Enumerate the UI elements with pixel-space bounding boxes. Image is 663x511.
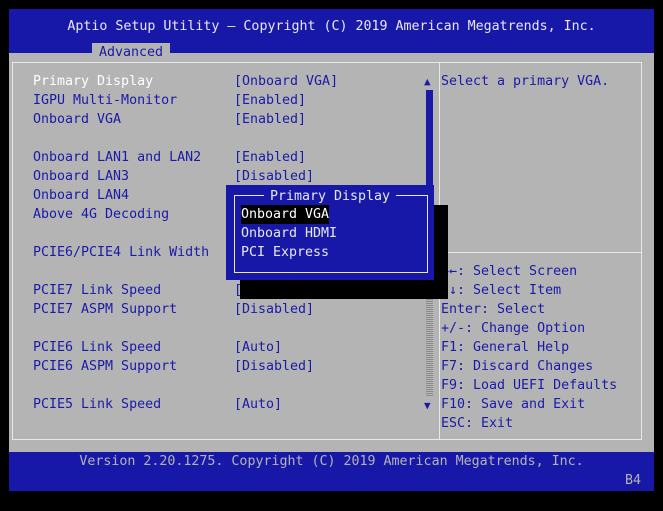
- help-key-f7: F7: Discard Changes: [441, 359, 594, 374]
- setting-label-pcie6-link-speed[interactable]: PCIE6 Link Speed: [33, 338, 161, 357]
- scroll-up-arrow-icon[interactable]: ▲: [424, 72, 431, 91]
- setting-label-above-4g-decoding[interactable]: Above 4G Decoding: [33, 205, 169, 224]
- setting-label-pcie6-aspm-support[interactable]: PCIE6 ASPM Support: [33, 357, 177, 376]
- popup-option-onboard-vga[interactable]: Onboard VGA: [241, 205, 330, 224]
- setting-value-pcie6-link-speed[interactable]: [Auto]: [234, 338, 282, 357]
- tab-advanced[interactable]: Advanced: [92, 43, 170, 62]
- setting-label-pcie5-link-speed[interactable]: PCIE5 Link Speed: [33, 395, 161, 414]
- help-key-change-option: +/-: Change Option: [441, 321, 586, 336]
- help-key-f1: F1: General Help: [441, 340, 570, 355]
- setting-label-igpu-multi-monitor[interactable]: IGPU Multi-Monitor: [33, 91, 177, 110]
- scroll-down-arrow-icon[interactable]: ▼: [424, 396, 431, 415]
- footer-bar: Version 2.20.1275. Copyright (C) 2019 Am…: [9, 452, 654, 491]
- setting-label-onboard-lan3[interactable]: Onboard LAN3: [33, 167, 129, 186]
- app-title: Aptio Setup Utility – Copyright (C) 2019…: [67, 19, 596, 34]
- help-key-esc: ESC: Exit: [441, 416, 514, 431]
- setting-value-onboard-lan1-lan2[interactable]: [Enabled]: [234, 148, 306, 167]
- help-key-select-screen: →←: Select Screen: [441, 264, 578, 279]
- setting-value-pcie6-aspm-support[interactable]: [Disabled]: [234, 357, 314, 376]
- title-bar: Aptio Setup Utility – Copyright (C) 2019…: [9, 9, 654, 62]
- setting-value-onboard-lan3[interactable]: [Disabled]: [234, 167, 314, 186]
- popup-title-text: Primary Display: [263, 189, 397, 204]
- help-description: Select a primary VGA.: [441, 74, 610, 89]
- popup-title: Primary Display: [226, 187, 434, 206]
- setting-label-pcie7-link-speed[interactable]: PCIE7 Link Speed: [33, 281, 161, 300]
- primary-display-popup: Primary Display Onboard VGA Onboard HDMI…: [226, 185, 434, 280]
- setting-label-onboard-vga[interactable]: Onboard VGA: [33, 110, 121, 129]
- setting-label-pcie7-aspm-support[interactable]: PCIE7 ASPM Support: [33, 300, 177, 319]
- setting-label-pcie6-pcie4-link-width[interactable]: PCIE6/PCIE4 Link Width: [33, 243, 209, 262]
- setting-value-primary-display[interactable]: [Onboard VGA]: [234, 72, 338, 91]
- version-text: Version 2.20.1275. Copyright (C) 2019 Am…: [79, 454, 584, 469]
- help-key-select-item: ↑↓: Select Item: [441, 283, 562, 298]
- popup-option-pci-express[interactable]: PCI Express: [241, 243, 329, 262]
- setting-label-onboard-lan4[interactable]: Onboard LAN4: [33, 186, 129, 205]
- setting-value-pcie7-aspm-support[interactable]: [Disabled]: [234, 300, 314, 319]
- setting-value-pcie5-link-speed[interactable]: [Auto]: [234, 395, 282, 414]
- help-divider: [438, 252, 641, 253]
- help-key-f9: F9: Load UEFI Defaults: [441, 378, 618, 393]
- help-key-f10: F10: Save and Exit: [441, 397, 586, 412]
- setting-label-onboard-lan1-lan2[interactable]: Onboard LAN1 and LAN2: [33, 148, 201, 167]
- setting-value-onboard-vga[interactable]: [Enabled]: [234, 110, 306, 129]
- setting-value-igpu-multi-monitor[interactable]: [Enabled]: [234, 91, 306, 110]
- post-code: B4: [624, 473, 641, 488]
- help-key-enter: Enter: Select: [441, 302, 546, 317]
- setting-label-primary-display[interactable]: Primary Display: [33, 72, 153, 91]
- popup-option-onboard-hdmi[interactable]: Onboard HDMI: [241, 224, 337, 243]
